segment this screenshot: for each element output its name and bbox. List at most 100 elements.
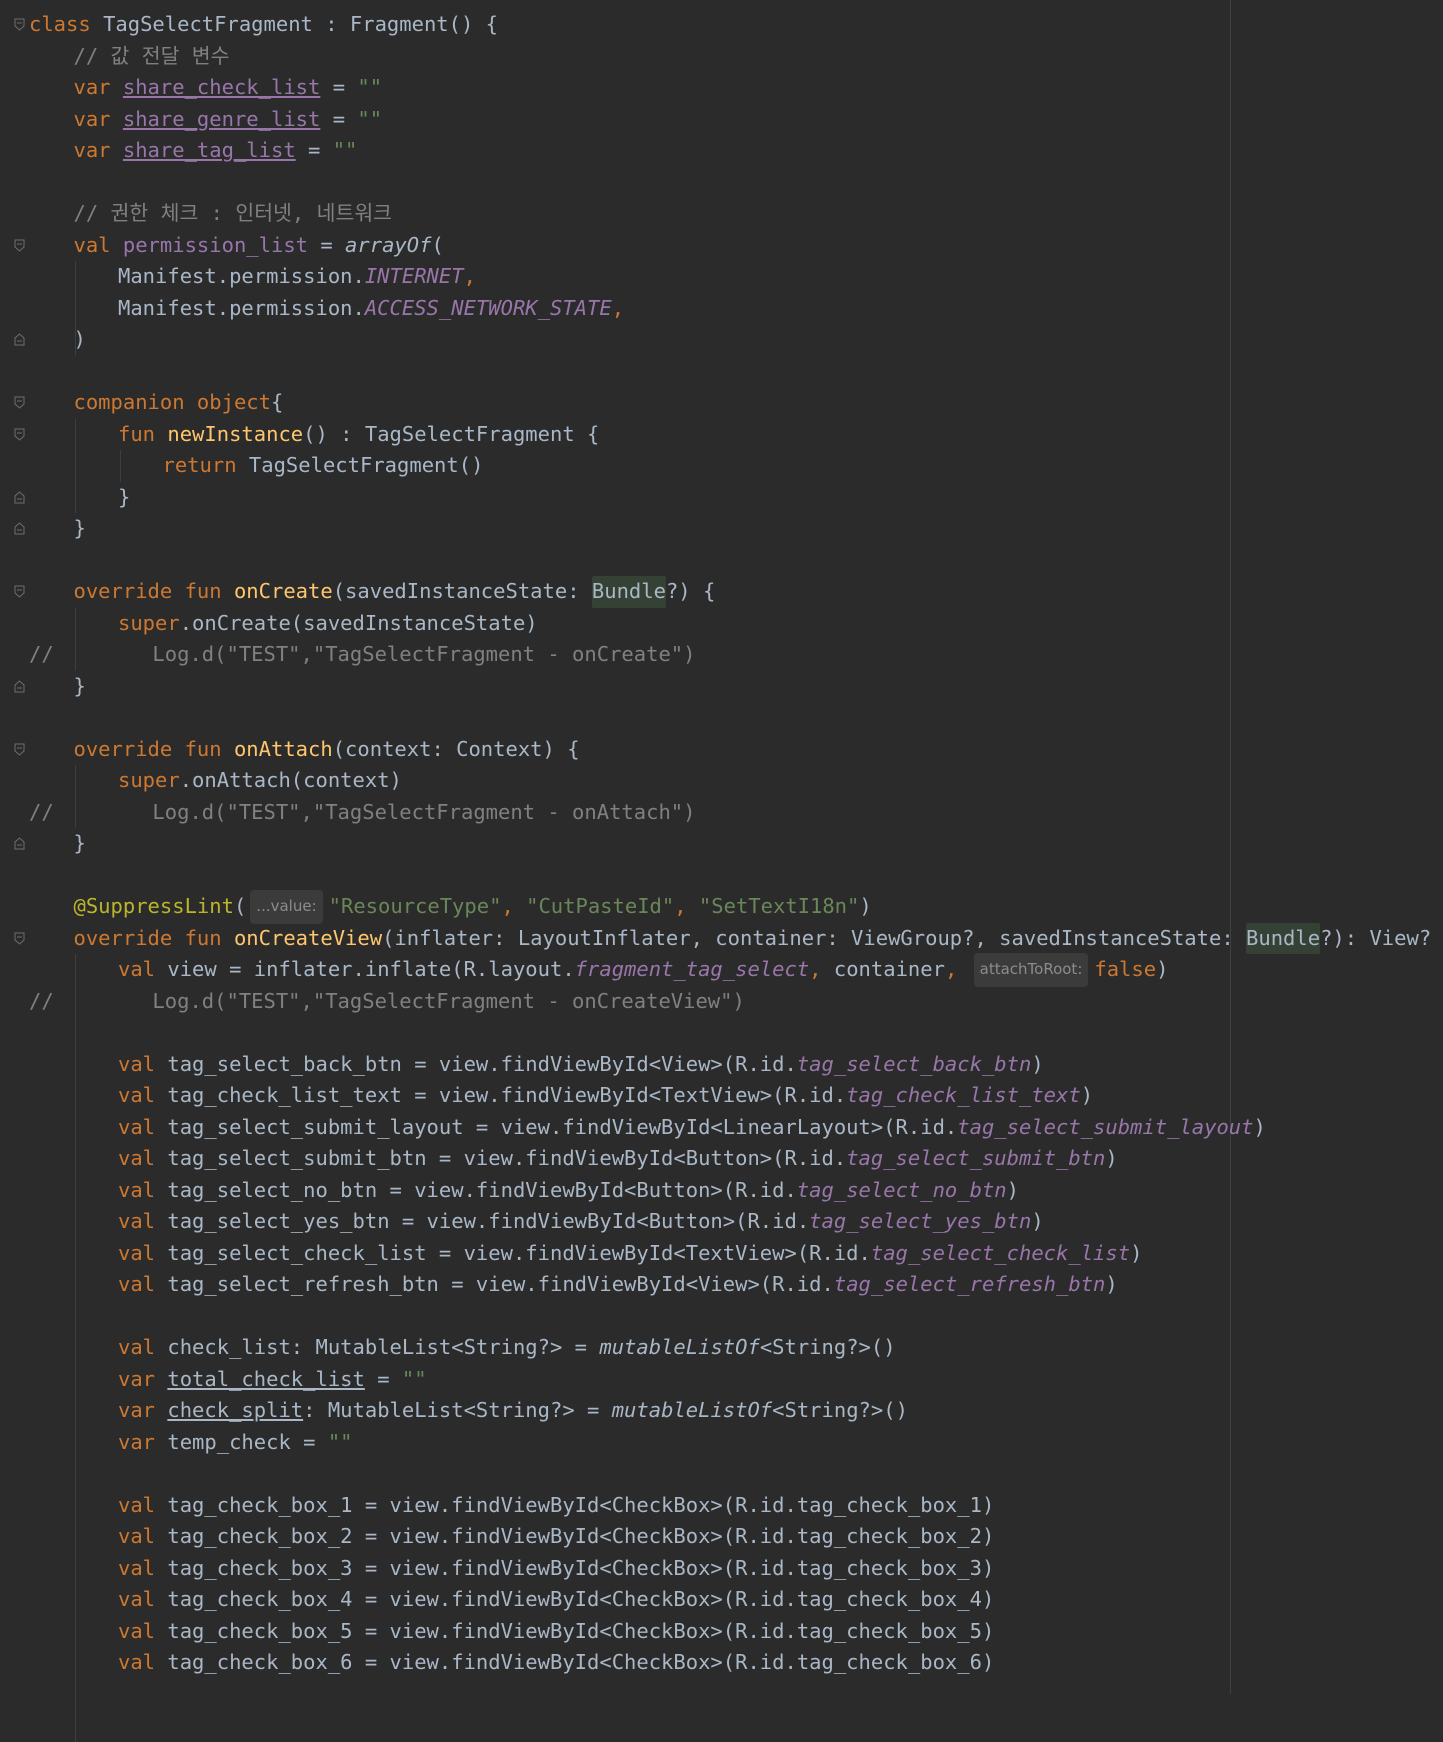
code-token: =	[296, 135, 333, 167]
code-line[interactable]: val tag_check_box_1 = view.findViewById<…	[118, 1490, 994, 1522]
fold-collapse-icon[interactable]	[14, 743, 25, 756]
code-token: tag_check_box_6 = view.findViewById<Chec…	[167, 1647, 994, 1679]
code-token: }	[74, 828, 86, 860]
code-token: tag_check_box_5 = view.findViewById<Chec…	[167, 1616, 994, 1648]
code-line[interactable]: var share_tag_list = ""	[74, 135, 358, 167]
code-line[interactable]: var check_split: MutableList<String?> = …	[118, 1395, 908, 1427]
code-line[interactable]: Manifest.permission.ACCESS_NETWORK_STATE…	[118, 293, 624, 325]
code-token: tag_select_back_btn	[797, 1049, 1032, 1081]
code-line[interactable]: // 값 전달 변수	[74, 41, 230, 73]
code-token: val	[118, 1647, 167, 1679]
code-line[interactable]: }	[74, 513, 86, 545]
code-token: tag_check_list_text	[846, 1080, 1081, 1112]
code-line[interactable]: companion object{	[74, 387, 284, 419]
code-line[interactable]: fun newInstance() : TagSelectFragment {	[118, 419, 599, 451]
code-token: .onCreate(savedInstanceState)	[180, 608, 538, 640]
code-line[interactable]: var share_genre_list = ""	[74, 104, 383, 136]
code-token: =	[365, 1364, 402, 1396]
code-line[interactable]: val view = inflater.inflate(R.layout.fra…	[118, 954, 1168, 986]
fold-collapse-icon[interactable]	[14, 18, 25, 31]
code-token: tag_select_refresh_btn	[834, 1269, 1106, 1301]
code-line[interactable]: return TagSelectFragment()	[163, 450, 484, 482]
code-token: super	[118, 765, 180, 797]
code-token: container	[834, 954, 945, 986]
code-token: (savedInstanceState:	[333, 576, 592, 608]
code-token: var	[74, 104, 123, 136]
code-token: INTERNET	[365, 261, 464, 293]
code-token: tag_check_list_text = view.findViewById<…	[167, 1080, 846, 1112]
code-line[interactable]: override fun onCreateView(inflater: Layo…	[74, 923, 1443, 955]
code-editor[interactable]: class TagSelectFragment : Fragment() {//…	[0, 0, 1443, 1694]
code-line[interactable]: val tag_select_back_btn = view.findViewB…	[118, 1049, 1044, 1081]
code-token: }	[74, 671, 86, 703]
fold-collapse-icon[interactable]	[14, 932, 25, 945]
code-line[interactable]: // 권한 체크 : 인터넷, 네트워크	[74, 198, 393, 230]
code-token: onCreateView	[234, 923, 382, 955]
code-token: "SetTextI18n"	[699, 891, 859, 923]
code-line[interactable]: @SuppressLint(...value:"ResourceType", "…	[74, 891, 872, 923]
indent-guide	[75, 954, 76, 1742]
code-line[interactable]: val tag_select_refresh_btn = view.findVi…	[118, 1269, 1118, 1301]
code-line[interactable]: val tag_select_no_btn = view.findViewByI…	[118, 1175, 1019, 1207]
code-token: val	[118, 1080, 167, 1112]
code-line[interactable]: val check_list: MutableList<String?> = m…	[118, 1332, 896, 1364]
code-line[interactable]: val tag_select_yes_btn = view.findViewBy…	[118, 1206, 1044, 1238]
code-line[interactable]: // Log.d("TEST","TagSelectFragment - onA…	[29, 797, 695, 829]
code-line[interactable]: }	[118, 482, 130, 514]
code-token: var	[118, 1364, 167, 1396]
code-token: tag_select_back_btn = view.findViewById<…	[167, 1049, 796, 1081]
code-line[interactable]: super.onAttach(context)	[118, 765, 402, 797]
code-line[interactable]: val tag_select_check_list = view.findVie…	[118, 1238, 1142, 1270]
code-line[interactable]: var total_check_list = ""	[118, 1364, 427, 1396]
code-token: tag_select_yes_btn = view.findViewById<B…	[167, 1206, 809, 1238]
code-token: ?): View? {	[1320, 923, 1443, 955]
code-line[interactable]: var temp_check = ""	[118, 1427, 353, 1459]
fold-end-icon[interactable]	[14, 522, 25, 535]
code-token: }	[118, 482, 130, 514]
code-line[interactable]: val tag_check_box_4 = view.findViewById<…	[118, 1584, 994, 1616]
code-line[interactable]: val tag_check_box_3 = view.findViewById<…	[118, 1553, 994, 1585]
indent-guide	[75, 419, 76, 514]
fold-collapse-icon[interactable]	[14, 239, 25, 252]
parameter-hint: attachToRoot:	[974, 953, 1089, 987]
code-line[interactable]: super.onCreate(savedInstanceState)	[118, 608, 538, 640]
code-token: () : TagSelectFragment {	[303, 419, 599, 451]
fold-end-icon[interactable]	[14, 837, 25, 850]
code-line[interactable]: val tag_select_submit_btn = view.findVie…	[118, 1143, 1118, 1175]
code-line[interactable]: // Log.d("TEST","TagSelectFragment - onC…	[29, 986, 745, 1018]
code-token: tag_select_refresh_btn = view.findViewBy…	[167, 1269, 833, 1301]
fold-collapse-icon[interactable]	[14, 396, 25, 409]
code-line[interactable]: val tag_check_list_text = view.findViewB…	[118, 1080, 1093, 1112]
code-token: total_check_list	[167, 1364, 364, 1396]
code-line[interactable]: class TagSelectFragment : Fragment() {	[29, 9, 498, 41]
code-token: mutableListOf	[612, 1395, 772, 1427]
code-token: val	[118, 1143, 167, 1175]
code-token: )	[1253, 1112, 1265, 1144]
code-line[interactable]: override fun onAttach(context: Context) …	[74, 734, 580, 766]
code-token: val	[118, 1553, 167, 1585]
code-line[interactable]: val tag_select_submit_layout = view.find…	[118, 1112, 1266, 1144]
code-line[interactable]: Manifest.permission.INTERNET,	[118, 261, 476, 293]
fold-collapse-icon[interactable]	[14, 585, 25, 598]
code-token: )	[1031, 1206, 1043, 1238]
code-token: tag_select_submit_btn	[846, 1143, 1105, 1175]
code-line[interactable]: val tag_check_box_6 = view.findViewById<…	[118, 1647, 994, 1679]
code-line[interactable]: var share_check_list = ""	[74, 72, 383, 104]
code-token: : MutableList<String?> =	[303, 1395, 612, 1427]
code-line[interactable]: val tag_check_box_5 = view.findViewById<…	[118, 1616, 994, 1648]
code-token: var	[74, 135, 123, 167]
code-token: (	[431, 230, 443, 262]
fold-end-icon[interactable]	[14, 491, 25, 504]
code-line[interactable]: }	[74, 671, 86, 703]
code-line[interactable]: // Log.d("TEST","TagSelectFragment - onC…	[29, 639, 695, 671]
fold-end-icon[interactable]	[14, 333, 25, 346]
code-line[interactable]: val permission_list = arrayOf(	[74, 230, 444, 262]
fold-collapse-icon[interactable]	[14, 428, 25, 441]
code-line[interactable]: val tag_check_box_2 = view.findViewById<…	[118, 1521, 994, 1553]
code-line[interactable]: }	[74, 828, 86, 860]
fold-end-icon[interactable]	[14, 680, 25, 693]
code-token: ,	[612, 293, 624, 325]
indent-guide	[75, 765, 76, 828]
code-token: val	[118, 1269, 167, 1301]
code-line[interactable]: override fun onCreate(savedInstanceState…	[74, 576, 716, 608]
